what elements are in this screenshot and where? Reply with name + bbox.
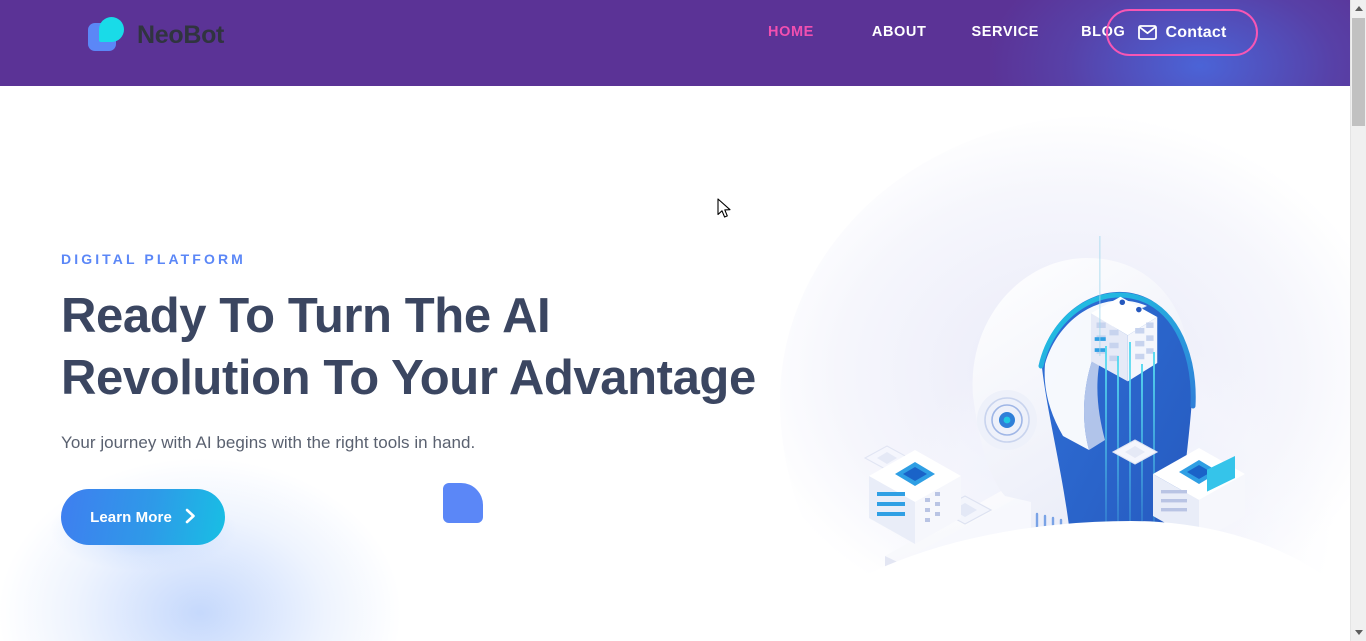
hero-headline-line-2: Revolution To Your Advantage [61, 351, 756, 405]
neobot-logo-mark-icon [88, 17, 124, 53]
hero-subheadline: Your journey with AI begins with the rig… [61, 433, 476, 452]
scroll-down-arrow[interactable] [1351, 624, 1366, 641]
main-navigation: HOME ABOUT SERVICE BLOG [768, 24, 1125, 40]
browser-page: NeoBot HOME ABOUT SERVICE BLOG Contact D… [0, 0, 1366, 641]
learn-more-button[interactable]: Learn More [61, 489, 225, 545]
scroll-up-arrow[interactable] [1351, 0, 1366, 17]
hero-headline-line-1: Ready To Turn The AI [61, 289, 551, 343]
page-viewport: NeoBot HOME ABOUT SERVICE BLOG Contact D… [0, 0, 1350, 641]
site-header: NeoBot HOME ABOUT SERVICE BLOG Contact [0, 0, 1350, 86]
brand-name: NeoBot [137, 20, 225, 49]
blue-leaf-shape-icon [443, 483, 483, 523]
vertical-scrollbar[interactable] [1350, 0, 1366, 641]
hero-headline: Ready To Turn The AI Revolution To Your … [61, 285, 761, 409]
hero-copy: DIGITAL PLATFORM Ready To Turn The AI Re… [31, 251, 821, 585]
nav-item-home[interactable]: HOME [768, 24, 814, 40]
ai-head-illustration [855, 196, 1295, 641]
logo-leaf-shape [99, 17, 124, 42]
illustration-eye-sensor [977, 390, 1037, 450]
chevron-right-icon [185, 508, 196, 527]
nav-item-service[interactable]: SERVICE [971, 24, 1039, 40]
scroll-thumb[interactable] [1352, 18, 1365, 126]
nav-item-about[interactable]: ABOUT [872, 24, 927, 40]
contact-button[interactable]: Contact [1106, 9, 1258, 56]
cta-container: Learn More [31, 475, 321, 585]
hero-section: DIGITAL PLATFORM Ready To Turn The AI Re… [0, 86, 1350, 641]
learn-more-label: Learn More [90, 508, 172, 526]
hero-eyebrow: DIGITAL PLATFORM [61, 251, 246, 267]
envelope-icon [1137, 25, 1157, 40]
brand-logo[interactable]: NeoBot [88, 17, 224, 53]
contact-button-label: Contact [1165, 23, 1227, 41]
